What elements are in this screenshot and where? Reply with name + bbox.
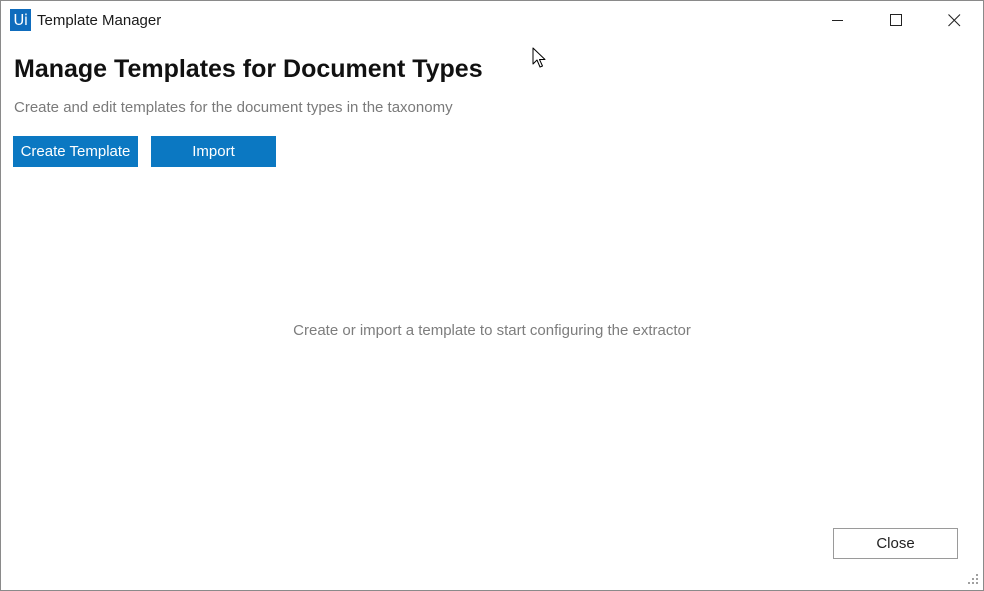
create-template-button[interactable]: Create Template [13, 136, 138, 167]
app-logo: Ui [10, 9, 31, 31]
mouse-cursor-icon [532, 47, 546, 68]
page-title: Manage Templates for Document Types [14, 55, 483, 83]
close-icon [947, 13, 960, 26]
empty-state-message: Create or import a template to start con… [293, 322, 691, 339]
close-button[interactable]: Close [833, 528, 958, 559]
minimize-button[interactable] [809, 1, 867, 39]
minimize-icon [832, 20, 843, 21]
maximize-icon [889, 13, 902, 26]
page-subtitle: Create and edit templates for the docume… [14, 99, 453, 116]
title-bar[interactable]: Ui Template Manager [1, 1, 983, 39]
window-close-button[interactable] [925, 1, 983, 39]
maximize-button[interactable] [867, 1, 925, 39]
import-button[interactable]: Import [151, 136, 276, 167]
window-title: Template Manager [37, 12, 162, 29]
resize-grip-icon[interactable] [965, 572, 979, 586]
template-manager-window: Ui Template Manager Manage Templates for… [0, 0, 984, 591]
